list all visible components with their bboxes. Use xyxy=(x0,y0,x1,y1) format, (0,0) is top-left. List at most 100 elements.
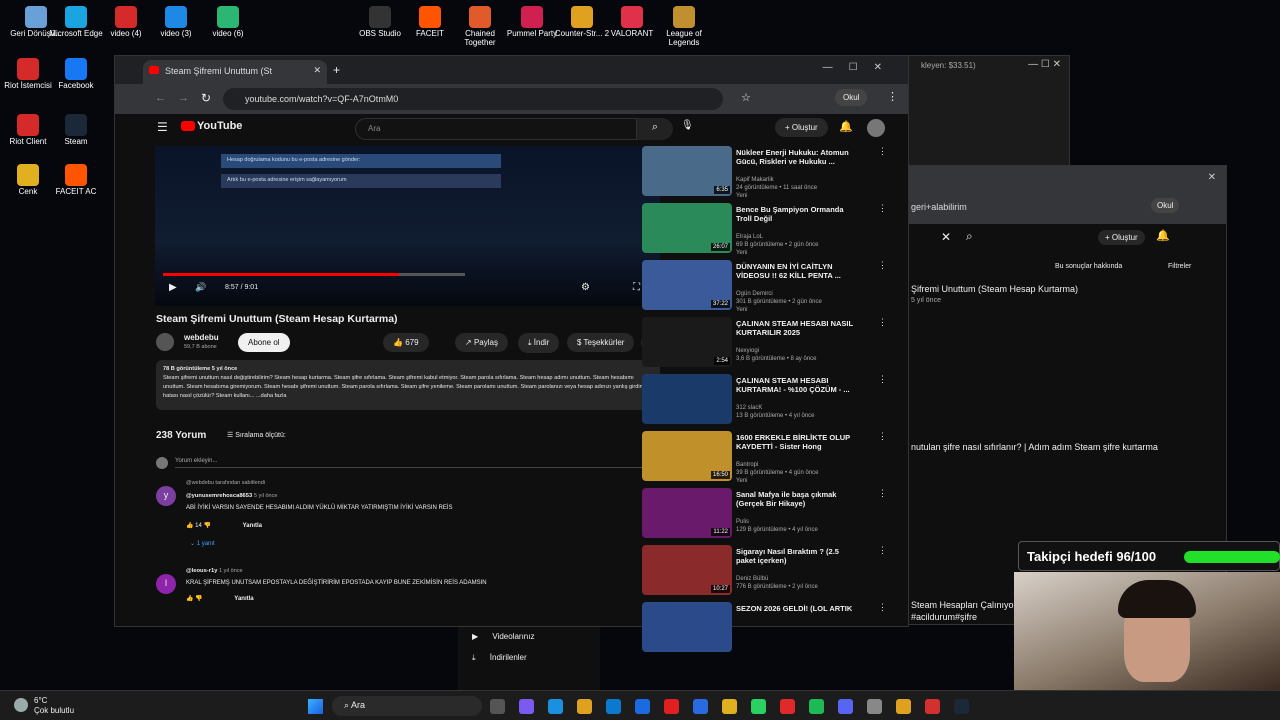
desktop-icon[interactable]: video (6) xyxy=(200,6,256,39)
menu-dots-icon[interactable]: ⋮ xyxy=(887,90,898,103)
video-thumbnail[interactable] xyxy=(642,374,732,424)
taskbar-app-icon[interactable] xyxy=(751,699,766,714)
progress-bar[interactable] xyxy=(163,273,465,276)
video-thumbnail[interactable]: 11:22 xyxy=(642,488,732,538)
desktop-icon[interactable]: Chained Together xyxy=(452,6,508,48)
profile-chip[interactable]: Okul xyxy=(835,89,868,106)
add-comment-input[interactable]: Yorum ekleyin... xyxy=(175,458,655,468)
window-controls[interactable]: —☐✕ xyxy=(823,62,898,73)
video-player[interactable]: Hesap doğrulama kodunu bu e-posta adresi… xyxy=(155,146,660,306)
comment-avatar[interactable]: y xyxy=(156,486,176,506)
close-window-icon[interactable]: ✕ xyxy=(1208,172,1216,183)
volume-icon[interactable]: 🔊 xyxy=(195,282,206,293)
nav-item-videos[interactable]: ▶ Videolarınız xyxy=(472,632,534,641)
youtube-logo[interactable]: YouTube xyxy=(181,120,242,132)
back-icon[interactable]: ← xyxy=(155,92,166,104)
taskbar-app-icon[interactable] xyxy=(635,699,650,714)
desktop-icon[interactable]: FACEIT xyxy=(402,6,458,39)
thanks-button[interactable]: $ Teşekkürler xyxy=(567,333,635,352)
weather-desc[interactable]: Çok bulutlu xyxy=(34,706,74,715)
forward-icon[interactable]: → xyxy=(178,92,189,104)
video-menu-icon[interactable]: ⋮ xyxy=(878,374,887,385)
recommended-title[interactable]: SEZON 2026 GELDİ! (LOL ARTIK xyxy=(736,604,856,613)
taskbar-search[interactable]: ⌕ Ara xyxy=(332,696,482,716)
mic-icon[interactable]: 🎙 xyxy=(681,120,694,131)
recommended-video[interactable]: 16:50 1600 ERKEKLE BİRLİKTE OLUP KAYDETTİ… xyxy=(642,431,887,484)
settings-gear-icon[interactable]: ⚙ xyxy=(581,282,590,293)
channel-avatar[interactable] xyxy=(156,333,174,351)
clear-search-icon[interactable]: ✕ xyxy=(941,230,951,244)
taskbar-app-icon[interactable] xyxy=(519,699,534,714)
description-box[interactable]: 78 B görüntüleme 5 yıl önce Steam şifrem… xyxy=(156,360,660,410)
recommended-title[interactable]: Sanal Mafya ile başa çıkmak (Gerçek Bir … xyxy=(736,490,856,509)
desktop-icon[interactable]: Steam xyxy=(48,114,104,147)
recommended-title[interactable]: 1600 ERKEKLE BİRLİKTE OLUP KAYDETTİ - Si… xyxy=(736,433,856,452)
desktop-icon[interactable]: OBS Studio xyxy=(352,6,408,39)
taskbar-app-icon[interactable] xyxy=(722,699,737,714)
recommended-video[interactable]: 2:54 ÇALINAN STEAM HESABI NASIL KURTARILI… xyxy=(642,317,887,369)
reload-icon[interactable]: ↻ xyxy=(201,91,211,105)
window-controls[interactable]: — ☐ ✕ xyxy=(1028,59,1061,70)
share-button[interactable]: ↗ Paylaş xyxy=(455,333,508,352)
desktop-icon[interactable]: League of Legends xyxy=(656,6,712,48)
taskbar-app-icon[interactable] xyxy=(954,699,969,714)
taskbar-app-icon[interactable] xyxy=(693,699,708,714)
reply-button[interactable]: Yanıtla xyxy=(243,523,262,529)
recommended-video[interactable]: 6:35 Nükleer Enerji Hukuku: Atomun Gücü, … xyxy=(642,146,887,199)
sort-button[interactable]: ☰ Sıralama ölçütü: xyxy=(227,431,286,439)
desktop-icon[interactable]: VALORANT xyxy=(604,6,660,39)
comment-actions[interactable]: 👍 👎 Yanıtla xyxy=(186,595,254,602)
taskbar-app-icon[interactable] xyxy=(490,699,505,714)
video-thumbnail[interactable]: 16:50 xyxy=(642,431,732,481)
video-thumbnail[interactable]: 10:27 xyxy=(642,545,732,595)
video-menu-icon[interactable]: ⋮ xyxy=(878,488,887,499)
recommended-video[interactable]: 37:22 DÜNYANIN EN İYİ CAİTLYN VİDEOSU !! … xyxy=(642,260,887,313)
taskbar-app-icon[interactable] xyxy=(606,699,621,714)
notifications-icon[interactable]: 🔔 xyxy=(1156,229,1170,242)
taskbar-app-icon[interactable] xyxy=(896,699,911,714)
weather-icon[interactable] xyxy=(14,698,28,712)
video-menu-icon[interactable]: ⋮ xyxy=(878,260,887,271)
new-tab-icon[interactable]: + xyxy=(333,63,340,77)
video-menu-icon[interactable]: ⋮ xyxy=(878,317,887,328)
desktop-icon[interactable]: Counter-Str... 2 xyxy=(554,6,610,39)
comment-user[interactable]: @yunusemrehosca8653 5 yıl önce xyxy=(186,493,277,499)
desktop-icon[interactable]: Facebook xyxy=(48,58,104,91)
desktop-icon[interactable]: Pummel Party xyxy=(504,6,560,39)
close-tab-icon[interactable]: ✕ xyxy=(313,65,321,76)
taskbar-app-icon[interactable] xyxy=(664,699,679,714)
desktop-icon[interactable]: video (4) xyxy=(98,6,154,39)
recommended-title[interactable]: Bence Bu Şampiyon Ormanda Troll Değil xyxy=(736,205,856,224)
recommended-title[interactable]: ÇALINAN STEAM HESABI KURTARMA! - %100 ÇÖ… xyxy=(736,376,856,395)
taskbar-app-icon[interactable] xyxy=(548,699,563,714)
video-thumbnail[interactable]: 2:54 xyxy=(642,317,732,367)
recommended-title[interactable]: ÇALINAN STEAM HESABI NASIL KURTARILIR 20… xyxy=(736,319,856,338)
create-button[interactable]: + Oluştur xyxy=(1098,230,1145,245)
url-fragment[interactable]: geri+alabilirim xyxy=(911,202,967,212)
nav-item-downloads[interactable]: ⤓ İndirilenler xyxy=(472,653,527,663)
recommended-title[interactable]: DÜNYANIN EN İYİ CAİTLYN VİDEOSU !! 62 Kİ… xyxy=(736,262,856,281)
replies-toggle[interactable]: ⌄ 1 yanıt xyxy=(190,540,215,547)
url-input[interactable]: youtube.com/watch?v=QF-A7nOtmM0 xyxy=(223,88,723,110)
video-thumbnail[interactable]: 6:35 xyxy=(642,146,732,196)
taskbar-app-icon[interactable] xyxy=(925,699,940,714)
taskbar-app-icon[interactable] xyxy=(780,699,795,714)
search-button[interactable]: ⌕ xyxy=(637,118,673,140)
desktop-icon[interactable]: Microsoft Edge xyxy=(48,6,104,39)
play-icon[interactable]: ▶ xyxy=(169,282,177,293)
video-menu-icon[interactable]: ⋮ xyxy=(878,431,887,442)
search-icon[interactable]: ⌕ xyxy=(966,229,973,244)
profile-chip[interactable]: Okul xyxy=(1151,198,1180,213)
comment-user[interactable]: @leous-r1y 1 yıl önce xyxy=(186,568,243,574)
search-input[interactable]: Ara xyxy=(355,118,637,140)
recommended-title[interactable]: Sigarayı Nasıl Bıraktım ? (2.5 paket içe… xyxy=(736,547,856,566)
avatar[interactable] xyxy=(867,119,885,137)
comment-avatar[interactable]: l xyxy=(156,574,176,594)
like-button[interactable]: 👍 679 xyxy=(383,333,429,352)
create-button[interactable]: + Oluştur xyxy=(775,118,828,137)
hamburger-menu-icon[interactable]: ☰ xyxy=(157,120,168,134)
download-button[interactable]: ⤓ İndir xyxy=(518,333,560,353)
tab-youtube[interactable]: Steam Şifremi Unuttum (St ✕ xyxy=(143,60,327,84)
result-title-2[interactable]: nutulan şifre nasıl sıfırlanır? | Adım a… xyxy=(911,442,1158,452)
video-menu-icon[interactable]: ⋮ xyxy=(878,146,887,157)
